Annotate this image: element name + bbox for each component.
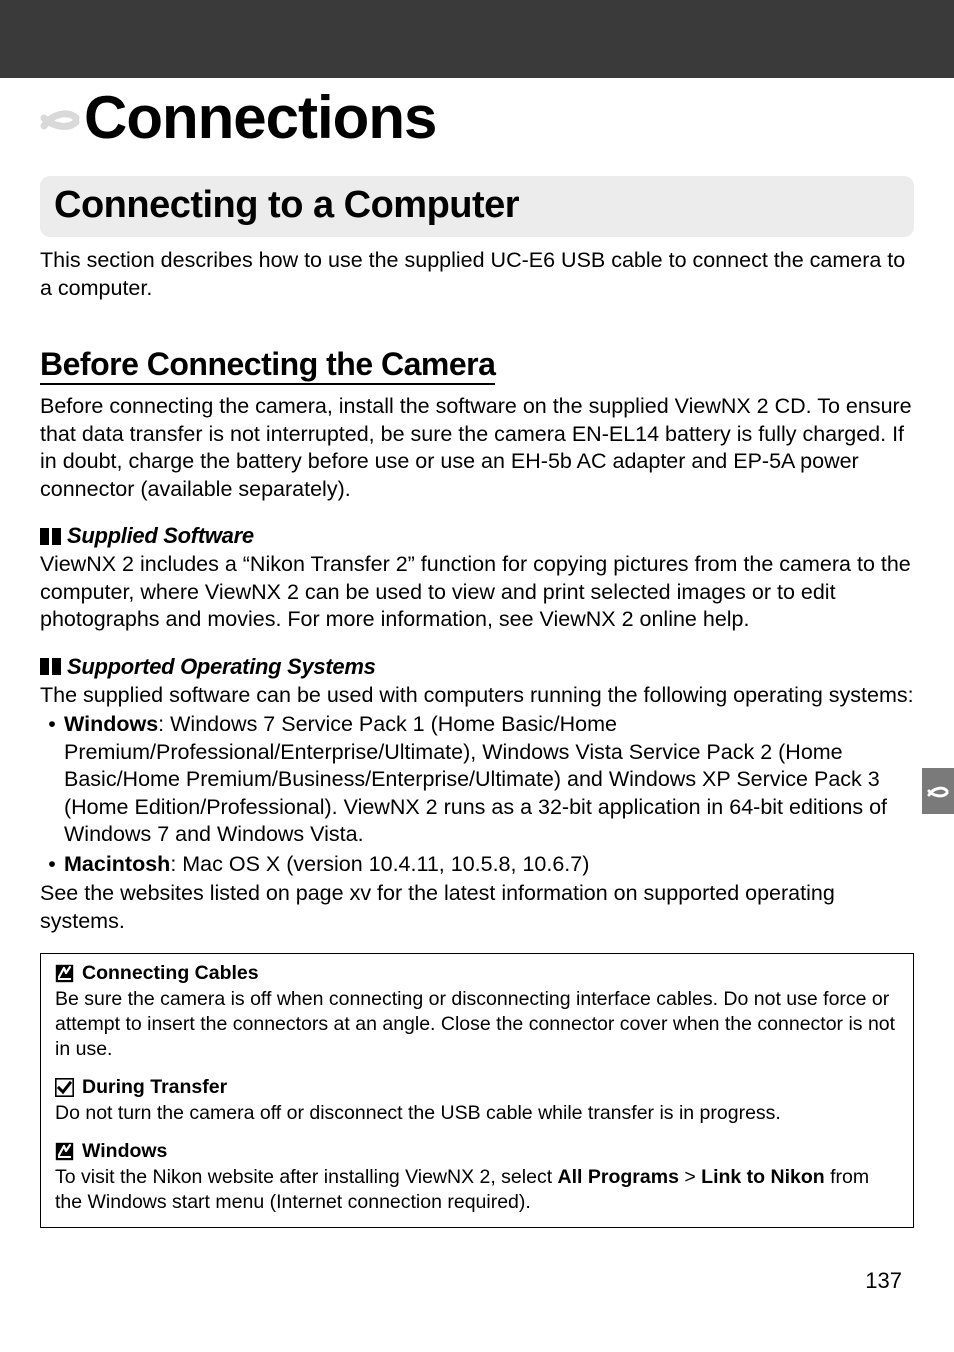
note3-bold-1: All Programs [558, 1166, 679, 1188]
notes-frame: Connecting Cables Be sure the camera is … [40, 953, 914, 1228]
note-warning-icon [55, 1078, 74, 1097]
minor-heading-supplied: Supplied Software [40, 523, 914, 549]
supplied-paragraph: ViewNX 2 includes a “Nikon Transfer 2” f… [40, 551, 914, 634]
note3-bold-2: Link to Nikon [701, 1166, 825, 1188]
os-text-windows: : Windows 7 Service Pack 1 (Home Basic/H… [64, 712, 887, 846]
chapter-title: Connections [84, 88, 436, 148]
note-info-icon [55, 964, 74, 983]
chapter-heading-row: Connections [38, 88, 914, 148]
note3-text-a: To visit the Nikon website after install… [55, 1166, 558, 1188]
os-label-mac: Macintosh [64, 852, 170, 876]
os-text-mac: : Mac OS X (version 10.4.11, 10.5.8, 10.… [170, 852, 589, 876]
side-tab-icon [927, 780, 949, 802]
note-body: To visit the Nikon website after install… [55, 1165, 899, 1215]
bullet-icon: • [40, 711, 64, 849]
os-footer-paragraph: See the websites listed on page xv for t… [40, 880, 914, 935]
list-item-text: Windows: Windows 7 Service Pack 1 (Home … [64, 711, 914, 849]
connections-icon [38, 96, 82, 140]
heading-marker-icon [40, 658, 61, 675]
list-item: • Macintosh: Mac OS X (version 10.4.11, … [40, 851, 914, 879]
note-body: Do not turn the camera off or disconnect… [55, 1101, 899, 1126]
os-intro-paragraph: The supplied software can be used with c… [40, 682, 914, 710]
section-title-box: Connecting to a Computer [40, 176, 914, 237]
os-label-windows: Windows [64, 712, 158, 736]
page-header-bar [0, 0, 954, 78]
section-title: Connecting to a Computer [54, 184, 900, 227]
note-body: Be sure the camera is off when connectin… [55, 987, 899, 1062]
note3-separator: > [679, 1166, 701, 1188]
note-heading: Windows [55, 1140, 899, 1163]
note-heading: Connecting Cables [55, 962, 899, 985]
minor-title: Supported Operating Systems [67, 654, 376, 680]
heading-marker-icon [40, 528, 61, 545]
list-item-text: Macintosh: Mac OS X (version 10.4.11, 10… [64, 851, 589, 879]
minor-title: Supplied Software [67, 523, 254, 549]
page-number: 137 [865, 1268, 902, 1294]
subsection-paragraph: Before connecting the camera, install th… [40, 393, 914, 503]
subsection-title: Before Connecting the Camera [40, 346, 495, 385]
note-title: Windows [82, 1140, 167, 1163]
list-item: • Windows: Windows 7 Service Pack 1 (Hom… [40, 711, 914, 849]
side-tab [922, 768, 954, 814]
bullet-icon: • [40, 851, 64, 879]
intro-paragraph: This section describes how to use the su… [40, 247, 914, 302]
page-content: Connections Connecting to a Computer Thi… [0, 88, 954, 1228]
note-title: During Transfer [82, 1076, 227, 1099]
minor-heading-os: Supported Operating Systems [40, 654, 914, 680]
note-info-icon [55, 1142, 74, 1161]
note-title: Connecting Cables [82, 962, 259, 985]
note-heading: During Transfer [55, 1076, 899, 1099]
os-list: • Windows: Windows 7 Service Pack 1 (Hom… [40, 711, 914, 878]
